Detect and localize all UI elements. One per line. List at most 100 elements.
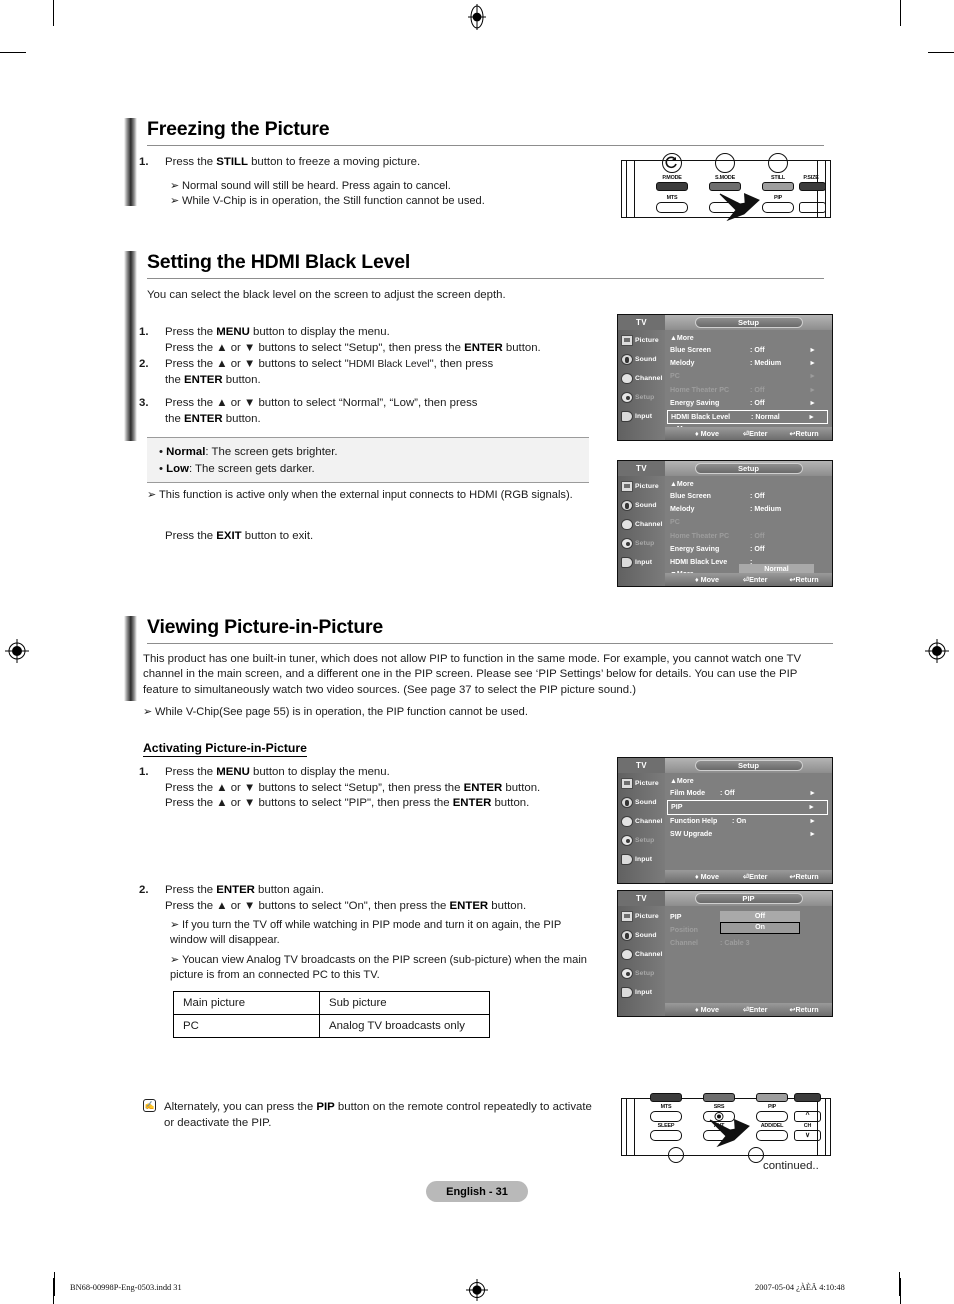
osd-footer-enter[interactable]: ⏎Enter [743,1005,767,1014]
osd-row-value: : Off [750,492,765,500]
osd-titlebar-wrap: TV Setup [618,461,832,476]
osd-more-up[interactable]: ▲More [670,776,828,787]
osd-row-channel[interactable]: Channel: Cable 3 [670,937,828,950]
table-row: PC Analog TV broadcasts only [173,1014,490,1038]
osd-footer-return[interactable]: ↩Return [789,575,818,584]
osd-rail-label: Sound [635,356,657,363]
section-accent-bar [124,118,137,206]
osd-footer: ♦ Move ⏎Enter ↩Return [665,1003,832,1016]
osd-more-up[interactable]: ▲More [670,333,828,344]
osd-rail-item-input[interactable]: Input [618,984,665,1001]
osd-rail-item-input[interactable]: Input [618,851,665,868]
osd-row-label: Blue Screen [670,346,712,354]
osd-rail-label: Input [635,559,653,566]
remote-button-still[interactable] [762,182,794,191]
osd-row-pc[interactable]: PC [670,516,828,529]
osd-dropdown-option-on[interactable]: On [720,922,800,934]
osd-row-home-theater-pc[interactable]: Home Theater PC: Off [670,530,828,543]
osd-row-label: HDMI Black Leve [670,557,728,566]
remote-label-ch: CH [803,1123,812,1129]
section-rule [147,145,824,146]
osd-rail-label: Sound [635,799,657,806]
osd-rail-item-setup[interactable]: Setup [618,389,665,406]
remote-label-mts: MTS [660,1104,672,1110]
osd-row-value: : Off [750,385,765,394]
osd-rail-item-sound[interactable]: Sound [618,351,665,368]
remote-button-above-mts[interactable] [650,1093,682,1102]
osd-rail-item-input[interactable]: Input [618,408,665,425]
osd-row-hdmi-black-level[interactable]: HDMI Black Level: Normal ► [667,409,828,425]
osd-row-blue-screen[interactable]: Blue Screen: Off ► [670,344,828,357]
osd-row-energy-saving[interactable]: Energy Saving: Off [670,543,828,556]
remote-button-psize[interactable] [799,182,826,191]
osd-footer-move[interactable]: ♦ Move [695,1005,719,1014]
remote-button-pmode[interactable] [656,182,688,191]
setup-icon [621,835,633,846]
remote-button-above-right[interactable] [794,1093,821,1102]
osd-row-label: Function Help [670,816,718,825]
osd-footer-return[interactable]: ↩Return [789,872,818,881]
osd-row-home-theater-pc[interactable]: Home Theater PC: Off ► [670,384,828,397]
remote-label-psize: P.SIZE [803,175,819,181]
remote-button-above-pip[interactable] [756,1093,788,1102]
osd-rail-item-sound[interactable]: Sound [618,794,665,811]
chevron-right-icon: ► [808,803,815,811]
remote-button-pip[interactable] [756,1111,788,1122]
osd-rail-item-channel[interactable]: Channel [618,813,665,830]
osd-row-function-help[interactable]: Function Help: On ► [670,815,828,828]
remote-label-pmode: P.MODE [662,175,682,181]
osd-footer-move[interactable]: ♦ Move [695,575,719,584]
osd-row-energy-saving[interactable]: Energy Saving: Off ► [670,397,828,410]
osd-rail-item-channel[interactable]: Channel [618,946,665,963]
manual-page: Freezing the Picture 1. Press the STILL … [0,0,954,1304]
step-text-3-hdmi: Press the ▲ or ▼ button to select “Norma… [165,396,605,427]
osd-body: Picture Sound Channel Setup Input ▲More … [618,476,832,586]
osd-rail-item-setup[interactable]: Setup [618,535,665,552]
osd-rail-item-channel[interactable]: Channel [618,370,665,387]
osd-rail-item-picture[interactable]: Picture [618,332,665,349]
set-knob-icon [668,1147,684,1163]
osd-rail-item-setup[interactable]: Setup [618,832,665,849]
remote-label-pip: PIP [773,195,783,201]
remote-button-mts[interactable] [650,1111,682,1122]
osd-row-film-mode[interactable]: Film Mode: Off ► [670,787,828,800]
osd-rail-item-setup[interactable]: Setup [618,965,665,982]
osd-dropdown-option-off[interactable]: Off [720,911,800,922]
note-freezing-2: ➢ While V-Chip is in operation, the Still… [170,194,600,209]
osd-row-blue-screen[interactable]: Blue Screen: Off [670,490,828,503]
info-line-normal: • Normal: The screen gets brighter. [159,446,338,458]
remote-button-mts[interactable] [656,202,688,213]
osd-row-melody[interactable]: Melody: Medium [670,503,828,516]
remote-button-add-del[interactable] [756,1130,788,1141]
osd-row-sw-upgrade[interactable]: SW Upgrade ► [670,828,828,841]
remote-button-above-srs[interactable] [703,1093,735,1102]
remote-button-up[interactable] [799,202,826,213]
osd-footer-return[interactable]: ↩Return [789,429,818,438]
channel-icon [621,373,633,384]
osd-rail-item-sound[interactable]: Sound [618,497,665,514]
osd-more-up[interactable]: ▲More [670,479,828,490]
osd-footer-enter[interactable]: ⏎Enter [743,429,767,438]
section-title-pip: Viewing Picture-in-Picture [147,616,384,638]
osd-rail-item-channel[interactable]: Channel [618,516,665,533]
osd-row-value: : Off [720,789,735,797]
remote-button-pip[interactable] [762,202,794,213]
osd-footer-move[interactable]: ♦ Move [695,872,719,881]
osd-rail-item-picture[interactable]: Picture [618,908,665,925]
osd-row-pip[interactable]: PIP ► [667,800,828,815]
osd-row-pc[interactable]: PC ► [670,370,828,383]
osd-footer-enter[interactable]: ⏎Enter [743,575,767,584]
bullet-arrow-icon: ➢ [147,489,157,501]
osd-rail-item-picture[interactable]: Picture [618,775,665,792]
remote-button-sleep[interactable] [650,1130,682,1141]
remote-left-edge [626,1099,635,1155]
osd-footer-enter[interactable]: ⏎Enter [743,872,767,881]
osd-row-melody[interactable]: Melody: Medium ► [670,357,828,370]
osd-rail-item-sound[interactable]: Sound [618,927,665,944]
osd-footer-move[interactable]: ♦ Move [695,429,719,438]
input-icon [621,854,633,865]
osd-footer-return[interactable]: ↩Return [789,1005,818,1014]
osd-rail-item-picture[interactable]: Picture [618,478,665,495]
osd-row-label: Home Theater PC [670,531,730,540]
osd-rail-item-input[interactable]: Input [618,554,665,571]
